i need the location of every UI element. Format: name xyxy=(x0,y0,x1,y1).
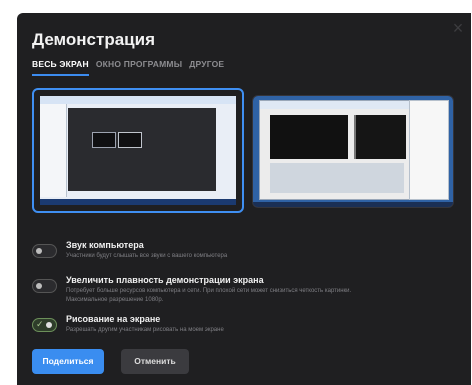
dialog-title: Демонстрация xyxy=(32,30,155,49)
screen-thumbnail-1[interactable] xyxy=(32,88,244,213)
option-description: Потребует больше ресурсов компьютера и с… xyxy=(66,288,352,294)
option-title: Рисование на экране xyxy=(66,314,161,324)
smooth-sharing-toggle[interactable] xyxy=(32,279,57,293)
share-button[interactable]: Поделиться xyxy=(32,349,104,374)
screen-share-dialog: × Демонстрация ВЕСЬ ЭКРАН ОКНО ПРОГРАММЫ… xyxy=(17,13,471,385)
option-title: Увеличить плавность демонстрации экрана xyxy=(66,275,264,285)
option-title: Звук компьютера xyxy=(66,240,144,250)
option-description-extra: Максимальное разрешение 1080р. xyxy=(66,297,164,303)
tab-other[interactable]: ДРУГОЕ xyxy=(189,59,224,76)
screen-preview-1 xyxy=(40,96,236,205)
option-description: Разрешать другим участникам рисовать на … xyxy=(66,327,224,333)
close-icon[interactable]: × xyxy=(449,19,467,37)
check-icon: ✓ xyxy=(36,319,44,329)
cancel-button[interactable]: Отменить xyxy=(121,349,189,374)
computer-sound-toggle[interactable] xyxy=(32,244,57,258)
option-description: Участники будут слышать все звуки с ваше… xyxy=(66,253,228,259)
tab-full-screen[interactable]: ВЕСЬ ЭКРАН xyxy=(32,59,89,76)
source-tabs: ВЕСЬ ЭКРАН ОКНО ПРОГРАММЫ ДРУГОЕ xyxy=(32,59,224,76)
screen-preview-2 xyxy=(253,96,453,207)
tab-app-window[interactable]: ОКНО ПРОГРАММЫ xyxy=(96,59,182,76)
screen-drawing-toggle[interactable]: ✓ xyxy=(32,318,57,332)
screen-thumbnail-2[interactable] xyxy=(252,95,454,208)
